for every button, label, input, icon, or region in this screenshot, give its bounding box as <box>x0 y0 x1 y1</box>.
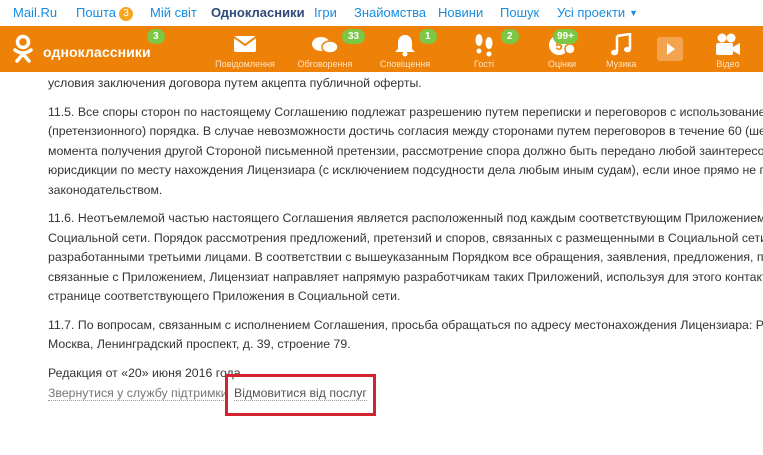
music-play-button[interactable] <box>657 37 683 61</box>
highlight-box <box>225 374 376 416</box>
paragraph-line: 11.5. Все споры сторон по настоящему Сог… <box>48 104 763 119</box>
ratings-badge: 99+ <box>553 29 578 44</box>
paragraph-line: 11.6. Неотъемлемой частью настоящего Сог… <box>48 211 763 225</box>
paragraph-line: законодательством. <box>48 182 163 197</box>
dating-link[interactable]: Знайомства <box>354 5 426 20</box>
nav-messages[interactable]: Повідомлення <box>210 26 280 72</box>
section-11-6: 11.6. Неотъемлемой частью настоящего Сог… <box>48 209 763 307</box>
nav-ratings-label: Оцінки <box>547 59 577 69</box>
mail-link[interactable]: Пошта 3 <box>76 5 134 21</box>
all-projects-dropdown[interactable]: Усі проекти ▼ <box>557 5 638 20</box>
odnoklassniki-link[interactable]: Однокласники <box>211 5 305 20</box>
news-link[interactable]: Новини <box>438 5 483 20</box>
play-icon <box>667 43 675 55</box>
guests-badge: 2 <box>501 29 519 44</box>
edition-date: Редакция от «20» июня 2016 года <box>48 365 241 380</box>
paragraph-line: юрисдикции по месту нахождения Лицензиар… <box>48 163 763 177</box>
agreement-text: условия заключения договора путем акцепт… <box>48 72 763 383</box>
my-world-link[interactable]: Мій світ <box>150 5 197 20</box>
envelope-icon <box>233 36 257 52</box>
logo-badge: 3 <box>147 29 165 44</box>
mail-link-label: Пошта <box>76 5 117 20</box>
chevron-down-icon: ▼ <box>629 8 639 18</box>
paragraph-line: 11.7. По вопросам, связанным с исполнени… <box>48 317 763 332</box>
games-link[interactable]: Ігри <box>314 5 337 20</box>
bell-icon <box>395 35 415 57</box>
paragraph-line: разработанными третьими лицами. В соотве… <box>48 250 763 264</box>
search-link[interactable]: Пошук <box>500 5 539 20</box>
footer-links: Звернутися у службу підтримки Відмовитис… <box>48 386 367 401</box>
nav-guests-label: Гості <box>474 59 494 69</box>
paragraph-line: странице соответствующего Приложения в С… <box>48 289 401 303</box>
video-camera-icon <box>716 33 740 55</box>
section-11-5: 11.5. Все споры сторон по настоящему Сог… <box>48 103 763 201</box>
nav-video-label: Відео <box>716 59 740 69</box>
music-note-icon <box>611 33 632 56</box>
mailru-link[interactable]: Mail.Ru <box>13 5 57 20</box>
discussions-badge: 33 <box>342 29 366 44</box>
mail-count-badge: 3 <box>119 7 134 21</box>
ok-logo-icon <box>13 34 33 63</box>
chat-bubbles-icon <box>312 37 339 54</box>
ok-logo-text: одноклассники <box>43 44 151 60</box>
paragraph-line: Социальной сети. Порядок рассмотрения пр… <box>48 230 763 245</box>
nav-discussions-label: Обговорення <box>297 59 353 69</box>
paragraph-line: Москва, Ленинградский проспект, д. 39, с… <box>48 337 351 351</box>
footprints-icon <box>475 34 493 57</box>
paragraph-line: момента получения другой Стороной письме… <box>48 143 763 158</box>
paragraph-line: условия заключения договора путем акцепт… <box>48 76 422 90</box>
ok-toolbar: одноклассники 3 Повідомлення Обговорення… <box>0 26 763 72</box>
mailru-top-bar: Mail.Ru Пошта 3 Мій світ Однокласники Ігр… <box>0 0 763 26</box>
nav-messages-label: Повідомлення <box>215 59 275 69</box>
all-projects-label: Усі проекти <box>557 5 626 20</box>
nav-music-label: Музика <box>605 59 637 69</box>
paragraph-line: (претензионного) порядка. В случае невоз… <box>48 124 763 138</box>
ok-logo[interactable]: одноклассники <box>10 32 151 66</box>
paragraph-line: связанные с Приложением, Лицензиат напра… <box>48 269 763 284</box>
nav-notifications-label: Сповіщення <box>379 59 431 69</box>
section-11-7: 11.7. По вопросам, связанным с исполнени… <box>48 316 763 355</box>
notifications-badge: 1 <box>419 29 437 44</box>
nav-video[interactable]: Відео <box>700 26 756 72</box>
support-link[interactable]: Звернутися у службу підтримки <box>48 386 228 401</box>
